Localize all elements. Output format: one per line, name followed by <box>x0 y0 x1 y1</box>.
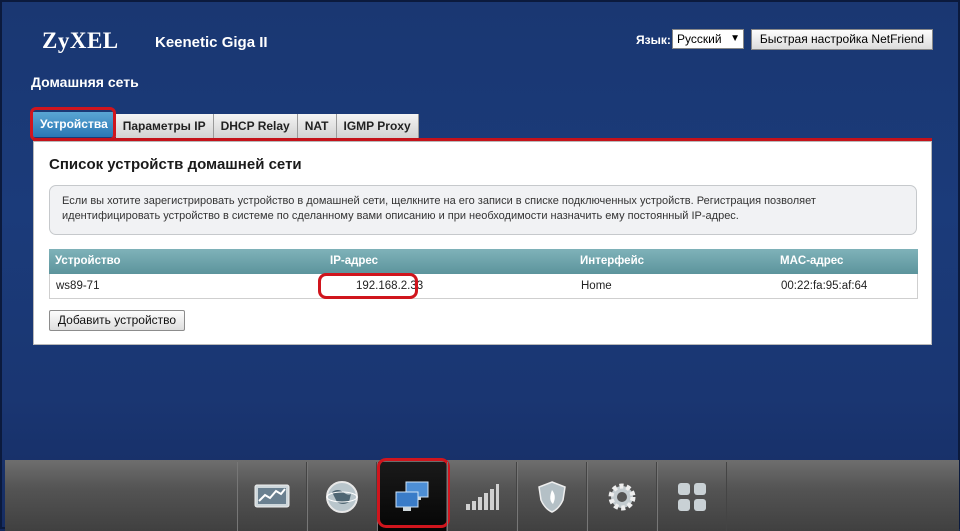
gear-icon <box>608 483 636 510</box>
quick-setup-button[interactable]: Быстрая настройка NetFriend <box>751 29 933 50</box>
dock-item-monitor[interactable] <box>237 462 307 531</box>
tab-dhcp-relay[interactable]: DHCP Relay <box>213 114 298 138</box>
column-header-device: Устройство <box>55 255 121 267</box>
page-title: Домашняя сеть <box>31 74 139 90</box>
dock-item-system[interactable] <box>587 462 657 531</box>
column-header-interface: Интерфейс <box>580 255 645 267</box>
chevron-down-icon: ▼ <box>730 33 740 44</box>
tab-ip-parameters[interactable]: Параметры IP <box>115 114 214 138</box>
monitor-graph-icon <box>254 484 290 507</box>
add-device-button[interactable]: Добавить устройство <box>49 310 185 331</box>
shield-icon <box>538 480 566 513</box>
dock-item-security[interactable] <box>517 462 587 531</box>
devices-table: Устройство IP-адрес Интерфейс MAC-адрес … <box>49 249 918 299</box>
content-panel: Список устройств домашней сети Если вы х… <box>33 141 932 345</box>
wifi-signal-icon <box>466 483 499 510</box>
cell-device: ws89-71 <box>56 280 100 292</box>
highlight-annotation <box>377 458 450 528</box>
language-label: Язык: <box>636 33 671 47</box>
tab-nat[interactable]: NAT <box>297 114 337 138</box>
table-row[interactable]: ws89-71 192.168.2.33 Home 00:22:fa:95:af… <box>49 274 918 299</box>
highlight-annotation <box>30 107 116 141</box>
column-header-mac: MAC-адрес <box>780 255 844 267</box>
globe-icon <box>326 480 358 513</box>
language-select-value: Русский <box>677 32 722 46</box>
table-header: Устройство IP-адрес Интерфейс MAC-адрес <box>49 249 918 274</box>
cell-mac: 00:22:fa:95:af:64 <box>781 280 868 292</box>
apps-grid-icon <box>678 482 706 511</box>
language-select[interactable]: Русский ▼ <box>672 29 744 49</box>
tab-igmp-proxy[interactable]: IGMP Proxy <box>336 114 419 138</box>
dock-item-wifi[interactable] <box>447 462 517 531</box>
dock-item-apps[interactable] <box>657 462 727 531</box>
app-window: ZyXEL Keenetic Giga II Язык: Русский ▼ Б… <box>0 0 960 531</box>
model-name: Keenetic Giga II <box>155 34 268 51</box>
section-title: Список устройств домашней сети <box>49 156 302 173</box>
highlight-annotation <box>318 273 418 299</box>
dock-item-internet[interactable] <box>307 462 377 531</box>
cell-interface: Home <box>581 280 612 292</box>
column-header-ip: IP-адрес <box>330 255 379 267</box>
info-box: Если вы хотите зарегистрировать устройст… <box>49 185 917 235</box>
brand-logo: ZyXEL <box>42 28 119 53</box>
